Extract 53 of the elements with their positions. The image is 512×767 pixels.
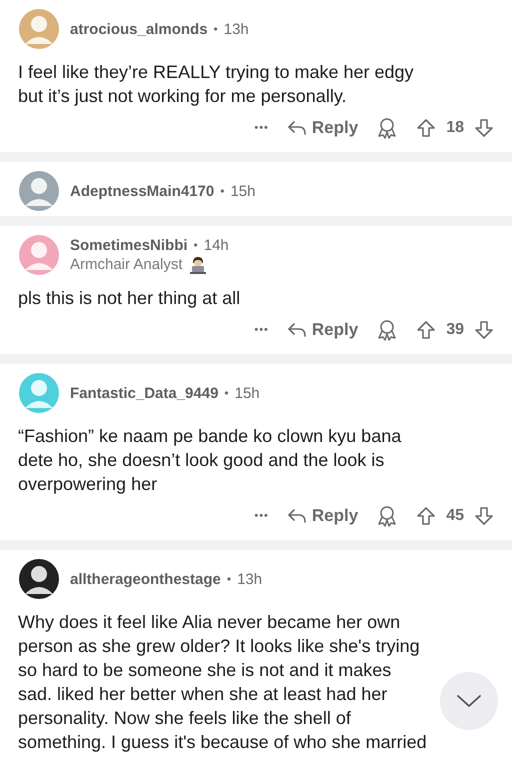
- username[interactable]: atrocious_almonds: [70, 20, 208, 38]
- upvote-icon: [416, 506, 436, 526]
- timestamp: 15h: [230, 182, 256, 200]
- award-button[interactable]: [376, 505, 398, 527]
- laptop-user-icon: [188, 256, 207, 274]
- comment-text: Why does it feel like Alia never became her own person as she grew older? It looks like she's trying so hard to be someone she is not and it makes sad. liked her better when she at least had her personality. Now she feels like the shell of something. I guess it's because of who she married: [18, 611, 427, 754]
- reply-button[interactable]: Reply: [286, 118, 358, 138]
- comment-text: “Fashion” ke naam pe bande ko clown kyu bana dete ho, she doesn’t look good and the look is overpowering her: [18, 425, 402, 496]
- upvote-button[interactable]: [416, 118, 436, 138]
- timestamp: 13h: [224, 20, 249, 38]
- vote-score: 18: [446, 119, 464, 137]
- vote-score: 39: [446, 321, 464, 339]
- timestamp: 14h: [204, 236, 229, 254]
- timestamp: 15h: [234, 384, 260, 402]
- award-icon: [376, 319, 398, 341]
- avatar[interactable]: [18, 558, 60, 600]
- upvote-button[interactable]: [416, 506, 436, 526]
- award-button[interactable]: [376, 319, 398, 341]
- upvote-icon: [416, 118, 436, 138]
- separator-dot: •: [224, 386, 229, 400]
- reply-button[interactable]: Reply: [286, 320, 358, 340]
- chevron-down-icon: [456, 694, 482, 708]
- separator-dot: •: [194, 238, 198, 252]
- downvote-icon: [474, 506, 494, 526]
- more-options-button[interactable]: •••: [254, 510, 269, 522]
- comment-text: I feel like they’re REALLY trying to make her edgy but it’s just not working for me personally.: [18, 61, 414, 108]
- separator-dot: •: [226, 572, 232, 586]
- comment-text: pls this is not her thing at all: [18, 287, 240, 310]
- username[interactable]: SometimesNibbi: [70, 236, 188, 254]
- downvote-button[interactable]: [474, 118, 494, 138]
- downvote-icon: [474, 320, 494, 340]
- award-icon: [376, 505, 398, 527]
- reply-icon: [286, 508, 307, 524]
- award-button[interactable]: [376, 117, 398, 139]
- award-icon: [376, 117, 398, 139]
- username[interactable]: AdeptnessMain4170: [70, 182, 214, 200]
- username[interactable]: alltherageonthestage: [70, 570, 221, 588]
- reply-icon: [286, 120, 307, 136]
- upvote-icon: [416, 320, 436, 340]
- upvote-button[interactable]: [416, 320, 436, 340]
- downvote-button[interactable]: [474, 320, 494, 340]
- timestamp: 13h: [237, 570, 262, 588]
- more-options-button[interactable]: •••: [254, 122, 269, 134]
- downvote-button[interactable]: [474, 506, 494, 526]
- separator-dot: •: [214, 22, 218, 36]
- username[interactable]: Fantastic_Data_9449: [70, 384, 218, 402]
- reply-icon: [286, 322, 307, 338]
- user-flair: Armchair Analyst: [70, 256, 183, 273]
- more-options-button[interactable]: •••: [254, 324, 269, 336]
- vote-score: 45: [446, 507, 464, 525]
- downvote-icon: [474, 118, 494, 138]
- reply-button[interactable]: Reply: [286, 506, 358, 526]
- separator-dot: •: [220, 184, 224, 198]
